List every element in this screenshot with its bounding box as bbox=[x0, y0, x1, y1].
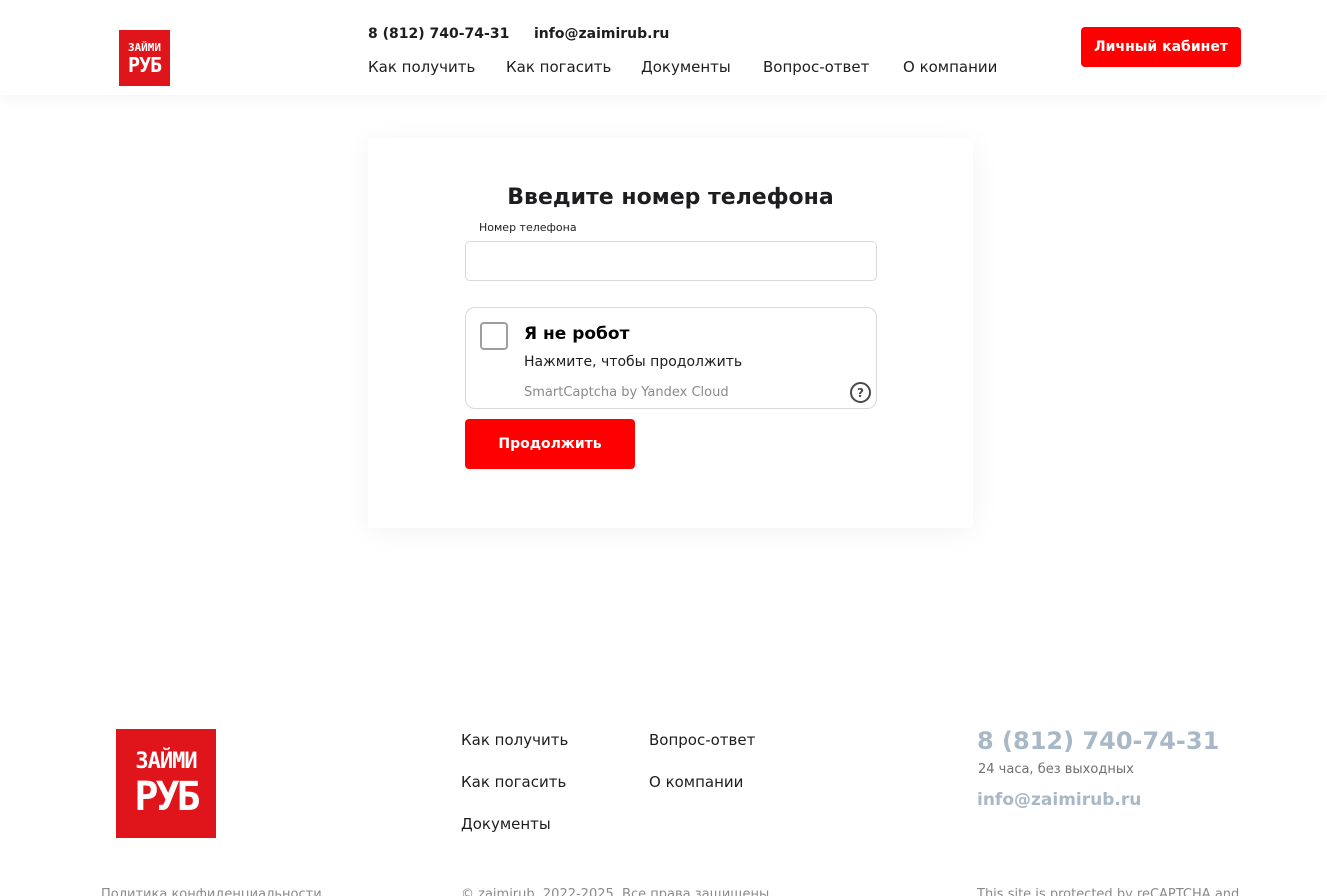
phone-form-card: Введите номер телефона Номер телефона Я … bbox=[368, 138, 973, 528]
footer-logo-line2: РУБ bbox=[134, 773, 200, 820]
phone-field-label: Номер телефона bbox=[479, 221, 577, 234]
personal-cabinet-button[interactable]: Личный кабинет bbox=[1081, 27, 1241, 67]
nav-item-how-to-get[interactable]: Как получить bbox=[368, 58, 475, 76]
logo[interactable]: ЗАЙМИ РУБ bbox=[119, 30, 170, 86]
recaptcha-notice: This site is protected by reCAPTCHA and bbox=[977, 887, 1240, 896]
footer-logo[interactable]: ЗАЙМИ РУБ bbox=[116, 729, 216, 838]
privacy-policy-link[interactable]: Политика конфиденциальности bbox=[101, 887, 322, 896]
captcha-subtitle: Нажмите, чтобы продолжить bbox=[524, 354, 743, 370]
footer-nav-about[interactable]: О компании bbox=[649, 773, 743, 791]
form-title: Введите номер телефона bbox=[507, 185, 834, 210]
logo-line2: РУБ bbox=[127, 52, 162, 77]
header-phone-link[interactable]: 8 (812) 740-74-31 bbox=[368, 26, 509, 42]
nav-item-about[interactable]: О компании bbox=[903, 58, 997, 76]
footer-email-link[interactable]: info@zaimirub.ru bbox=[977, 790, 1141, 810]
site-header: ЗАЙМИ РУБ 8 (812) 740-74-31 info@zaimiru… bbox=[0, 0, 1327, 95]
phone-input[interactable] bbox=[465, 241, 877, 281]
nav-item-how-to-repay[interactable]: Как погасить bbox=[506, 58, 611, 76]
captcha-brand-link[interactable]: SmartCaptcha by Yandex Cloud bbox=[524, 385, 729, 400]
captcha-title: Я не робот bbox=[524, 324, 630, 344]
captcha-checkbox[interactable] bbox=[480, 322, 508, 350]
footer-nav-documents[interactable]: Документы bbox=[461, 815, 551, 833]
footer-nav-how-to-repay[interactable]: Как погасить bbox=[461, 773, 566, 791]
continue-button[interactable]: Продолжить bbox=[465, 419, 635, 469]
logo-line1: ЗАЙМИ bbox=[127, 40, 162, 54]
help-icon[interactable]: ? bbox=[850, 382, 871, 403]
footer-phone-link[interactable]: 8 (812) 740-74-31 bbox=[977, 727, 1219, 755]
nav-item-documents[interactable]: Документы bbox=[641, 58, 731, 76]
footer-nav-how-to-get[interactable]: Как получить bbox=[461, 731, 568, 749]
footer-hours: 24 часа, без выходных bbox=[978, 762, 1134, 777]
footer-nav-faq[interactable]: Вопрос-ответ bbox=[649, 731, 755, 749]
nav-item-faq[interactable]: Вопрос-ответ bbox=[763, 58, 869, 76]
header-email-link[interactable]: info@zaimirub.ru bbox=[534, 26, 669, 42]
footer-logo-line1: ЗАЙМИ bbox=[135, 748, 197, 774]
copyright-text: © zaimirub, 2022-2025. Все права защищен… bbox=[461, 887, 770, 896]
smartcaptcha-widget: Я не робот Нажмите, чтобы продолжить Sma… bbox=[465, 307, 877, 409]
